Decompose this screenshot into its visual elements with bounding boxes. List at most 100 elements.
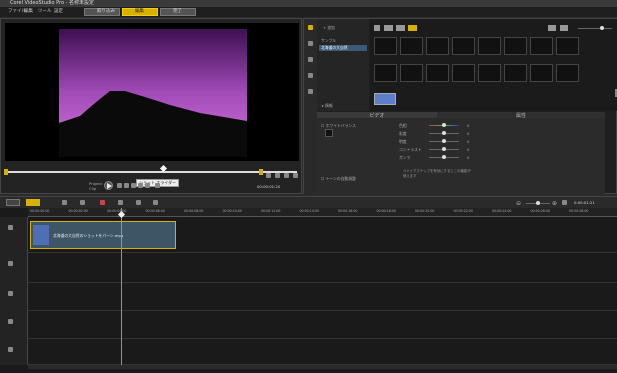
trim-start-marker[interactable] <box>4 169 8 175</box>
show-audio-icon[interactable] <box>408 25 417 31</box>
storyboard-view-button[interactable] <box>6 199 20 206</box>
redo-icon[interactable] <box>80 200 85 205</box>
step-capture-label: 取り込み <box>97 9 115 14</box>
zoom-out-icon[interactable]: ⊖ <box>516 200 521 207</box>
thumbnail-size-knob[interactable] <box>600 26 604 30</box>
brightness-knob[interactable] <box>442 139 446 143</box>
saturation-knob[interactable] <box>442 131 446 135</box>
library-thumbnail[interactable] <box>556 64 579 82</box>
contrast-knob[interactable] <box>442 147 446 151</box>
voice-track[interactable] <box>28 311 617 339</box>
cut-icon[interactable] <box>284 173 289 178</box>
voice-track-icon[interactable] <box>8 319 13 324</box>
previous-button[interactable] <box>124 183 129 188</box>
overlay-track-icon[interactable] <box>8 261 13 266</box>
zoom-knob[interactable] <box>536 201 540 205</box>
options-toggle[interactable]: ▸ 情報 <box>322 103 333 109</box>
mark-in-button[interactable] <box>266 173 271 178</box>
fit-project-icon[interactable] <box>562 200 567 205</box>
library-thumbnail[interactable] <box>504 64 527 82</box>
zoom-in-icon[interactable]: ⊕ <box>552 200 557 207</box>
timeline-view-button[interactable] <box>26 199 40 206</box>
timeline-timecode[interactable]: 0:00:01:21 <box>574 200 595 205</box>
play-button[interactable] <box>104 181 113 190</box>
media-icon[interactable] <box>308 25 313 30</box>
step-edit-label: 編集 <box>135 9 144 14</box>
ruler-tick-label: 00:00:24:00 <box>492 209 512 213</box>
library-thumbnail[interactable] <box>478 37 501 55</box>
list-view-icon[interactable] <box>548 25 556 31</box>
clip-label[interactable]: Clip <box>89 186 96 191</box>
contrast-value: 0 <box>467 147 470 152</box>
step-edit[interactable]: 編集 <box>122 8 158 16</box>
library-thumbnail[interactable] <box>426 64 449 82</box>
mark-out-button[interactable] <box>275 173 280 178</box>
hue-knob[interactable] <box>442 123 446 127</box>
music-track[interactable] <box>28 339 617 365</box>
menu-tools[interactable]: ツール <box>38 7 52 17</box>
library-thumbnail[interactable] <box>400 37 423 55</box>
show-photos-icon[interactable] <box>396 25 405 31</box>
title-track[interactable] <box>28 283 617 311</box>
enlarge-icon[interactable] <box>293 173 298 178</box>
preview-timecode[interactable]: 00:00:01:20 <box>257 184 280 189</box>
tab-attribute[interactable]: 属性 <box>437 112 605 119</box>
repeat-button[interactable] <box>145 183 150 188</box>
library-thumbnail[interactable] <box>426 37 449 55</box>
import-folder-icon[interactable] <box>374 25 380 31</box>
sort-icon[interactable] <box>560 25 568 31</box>
title-track-icon[interactable] <box>8 291 13 296</box>
selected-clip-thumbnail[interactable] <box>374 93 396 105</box>
step-share[interactable]: 完了 <box>160 8 196 16</box>
auto-music-icon[interactable] <box>136 200 141 205</box>
step-capture[interactable]: 取り込み <box>84 8 120 16</box>
motion-track-icon[interactable] <box>153 200 158 205</box>
record-capture-icon[interactable] <box>100 200 105 205</box>
overlay-track[interactable] <box>28 253 617 283</box>
library-thumbnail[interactable] <box>478 64 501 82</box>
library-thumbnail[interactable] <box>504 37 527 55</box>
title-icon[interactable] <box>308 57 313 62</box>
library-thumbnail[interactable] <box>530 37 553 55</box>
folder-item-hokkaido[interactable]: 北海道の大自然 <box>319 45 367 51</box>
undo-icon[interactable] <box>62 200 67 205</box>
ruler-tick-label: 00:00:00:00 <box>30 209 50 213</box>
library-thumbnail[interactable] <box>374 64 397 82</box>
auto-tone-checkbox[interactable]: ☐ トーンの自動調整 <box>321 176 356 182</box>
filter-icon[interactable] <box>308 89 313 94</box>
next-button[interactable] <box>131 183 136 188</box>
transition-icon[interactable] <box>308 41 313 46</box>
play-icon <box>107 183 112 189</box>
playhead[interactable] <box>121 208 122 365</box>
video-clip[interactable]: 北海道の大自然のショットをパーン.mpg <box>30 221 176 249</box>
video-track-icon[interactable] <box>8 225 13 230</box>
tab-video[interactable]: ビデオ <box>317 112 437 119</box>
auto-tone-label: トーンの自動調整 <box>325 176 356 181</box>
timeline-ruler[interactable]: 00:00:00:00 00:00:02:00 00:00:04:00 00:00:0… <box>28 208 617 217</box>
home-button[interactable] <box>117 183 122 188</box>
graphic-icon[interactable] <box>308 73 313 78</box>
add-folder-button[interactable]: + 追加 <box>323 25 335 31</box>
library-folder-list: + 追加 サンプル 北海道の大自然 <box>317 19 369 111</box>
thumbnail-size-slider[interactable] <box>578 28 612 29</box>
clip-name: 北海道の大自然のショットをパーン.mpg <box>53 233 124 238</box>
gamma-knob[interactable] <box>442 155 446 159</box>
library-thumbnail[interactable] <box>452 64 475 82</box>
folder-item-sample[interactable]: サンプル <box>321 38 336 44</box>
library-thumbnail[interactable] <box>556 37 579 55</box>
menu-settings[interactable]: 設定 <box>54 7 63 17</box>
timeline-scrollbar[interactable] <box>28 365 617 369</box>
mixer-icon[interactable] <box>118 200 123 205</box>
end-button[interactable] <box>138 183 143 188</box>
window-title: Corel VideoStudio Pro - 名称未設定 <box>10 0 94 6</box>
show-videos-icon[interactable] <box>384 25 393 31</box>
trim-end-marker[interactable] <box>259 169 263 175</box>
library-thumbnail[interactable] <box>374 37 397 55</box>
music-track-icon[interactable] <box>8 347 13 352</box>
menu-edit[interactable]: 編集 <box>24 7 33 17</box>
library-thumbnail[interactable] <box>400 64 423 82</box>
library-thumbnail[interactable] <box>530 64 553 82</box>
library-thumbnail[interactable] <box>452 37 475 55</box>
scrubber[interactable] <box>4 169 297 175</box>
volume-icon[interactable] <box>155 183 160 188</box>
